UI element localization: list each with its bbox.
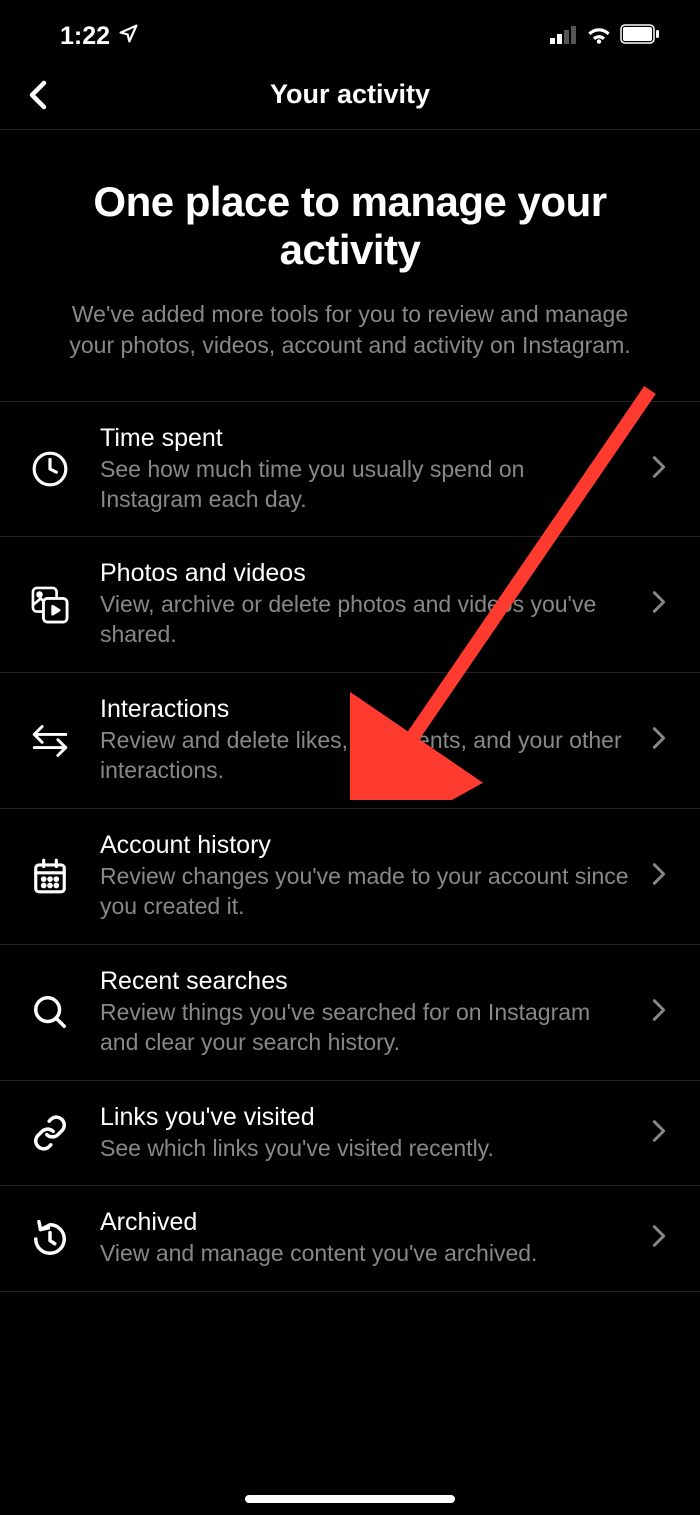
menu-description: View and manage content you've archived.	[100, 1239, 632, 1269]
menu-item-time-spent[interactable]: Time spent See how much time you usually…	[0, 402, 700, 538]
nav-header: Your activity	[0, 60, 700, 130]
home-indicator[interactable]	[245, 1495, 455, 1503]
menu-title: Time spent	[100, 424, 632, 453]
menu-item-interactions[interactable]: Interactions Review and delete likes, co…	[0, 673, 700, 809]
chevron-right-icon	[652, 862, 676, 891]
status-time: 1:22	[60, 22, 110, 51]
cellular-icon	[550, 22, 578, 51]
menu-item-archived[interactable]: Archived View and manage content you've …	[0, 1186, 700, 1292]
chevron-left-icon	[28, 80, 48, 110]
menu-title: Archived	[100, 1208, 632, 1237]
menu-title: Interactions	[100, 695, 632, 724]
chevron-right-icon	[652, 1119, 676, 1148]
menu-description: See how much time you usually spend on I…	[100, 455, 632, 515]
menu-description: Review and delete likes, comments, and y…	[100, 726, 632, 786]
status-bar: 1:22	[0, 0, 700, 60]
menu-item-links-visited[interactable]: Links you've visited See which links you…	[0, 1081, 700, 1187]
chevron-right-icon	[652, 726, 676, 755]
chevron-right-icon	[652, 998, 676, 1027]
photos-videos-icon	[20, 584, 80, 626]
hero-subtitle: We've added more tools for you to review…	[40, 299, 660, 361]
menu-title: Account history	[100, 831, 632, 860]
hero-section: One place to manage your activity We've …	[0, 130, 700, 402]
menu-item-photos-videos[interactable]: Photos and videos View, archive or delet…	[0, 537, 700, 673]
search-icon	[20, 993, 80, 1031]
battery-icon	[620, 22, 660, 51]
hero-title: One place to manage your activity	[40, 178, 660, 275]
wifi-icon	[586, 22, 612, 51]
menu-title: Photos and videos	[100, 559, 632, 588]
menu-item-account-history[interactable]: Account history Review changes you've ma…	[0, 809, 700, 945]
link-icon	[20, 1114, 80, 1152]
clock-icon	[20, 450, 80, 488]
menu-title: Links you've visited	[100, 1103, 632, 1132]
chevron-right-icon	[652, 455, 676, 484]
menu-description: Review things you've searched for on Ins…	[100, 998, 632, 1058]
chevron-right-icon	[652, 590, 676, 619]
menu-description: See which links you've visited recently.	[100, 1134, 632, 1164]
chevron-right-icon	[652, 1224, 676, 1253]
calendar-icon	[20, 857, 80, 895]
archive-icon	[20, 1220, 80, 1258]
menu-title: Recent searches	[100, 967, 632, 996]
location-icon	[118, 22, 139, 51]
menu-description: View, archive or delete photos and video…	[100, 590, 632, 650]
menu-item-recent-searches[interactable]: Recent searches Review things you've sea…	[0, 945, 700, 1081]
menu-description: Review changes you've made to your accou…	[100, 862, 632, 922]
page-title: Your activity	[20, 79, 680, 110]
interactions-icon	[20, 723, 80, 759]
back-button[interactable]	[18, 75, 58, 115]
